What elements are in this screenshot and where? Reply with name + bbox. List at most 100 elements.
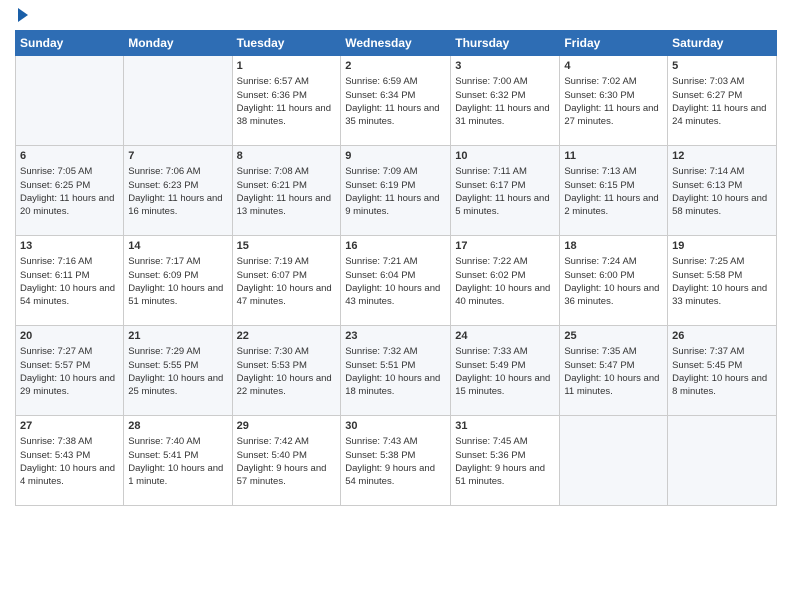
day-info: Sunset: 6:36 PM	[237, 89, 337, 102]
day-number: 12	[672, 149, 772, 164]
day-info: Daylight: 11 hours and 5 minutes.	[455, 192, 555, 219]
day-info: Sunrise: 7:27 AM	[20, 345, 119, 358]
calendar-cell	[124, 56, 232, 146]
calendar-table: SundayMondayTuesdayWednesdayThursdayFrid…	[15, 30, 777, 506]
day-info: Daylight: 10 hours and 11 minutes.	[564, 372, 663, 399]
calendar-cell: 22Sunrise: 7:30 AMSunset: 5:53 PMDayligh…	[232, 326, 341, 416]
calendar-cell: 12Sunrise: 7:14 AMSunset: 6:13 PMDayligh…	[668, 146, 777, 236]
calendar-cell: 28Sunrise: 7:40 AMSunset: 5:41 PMDayligh…	[124, 416, 232, 506]
day-info: Daylight: 10 hours and 36 minutes.	[564, 282, 663, 309]
calendar-cell: 31Sunrise: 7:45 AMSunset: 5:36 PMDayligh…	[451, 416, 560, 506]
day-info: Sunrise: 7:06 AM	[128, 165, 227, 178]
day-info: Sunrise: 6:59 AM	[345, 75, 446, 88]
day-info: Sunset: 6:32 PM	[455, 89, 555, 102]
calendar-cell: 21Sunrise: 7:29 AMSunset: 5:55 PMDayligh…	[124, 326, 232, 416]
day-number: 30	[345, 419, 446, 434]
calendar-cell: 29Sunrise: 7:42 AMSunset: 5:40 PMDayligh…	[232, 416, 341, 506]
day-info: Sunset: 5:45 PM	[672, 359, 772, 372]
day-info: Sunset: 6:30 PM	[564, 89, 663, 102]
calendar-cell: 7Sunrise: 7:06 AMSunset: 6:23 PMDaylight…	[124, 146, 232, 236]
day-number: 25	[564, 329, 663, 344]
day-info: Daylight: 10 hours and 58 minutes.	[672, 192, 772, 219]
column-header-saturday: Saturday	[668, 31, 777, 56]
day-info: Sunset: 6:19 PM	[345, 179, 446, 192]
calendar-cell: 17Sunrise: 7:22 AMSunset: 6:02 PMDayligh…	[451, 236, 560, 326]
logo	[15, 10, 28, 22]
day-info: Daylight: 9 hours and 54 minutes.	[345, 462, 446, 489]
day-number: 26	[672, 329, 772, 344]
calendar-cell: 1Sunrise: 6:57 AMSunset: 6:36 PMDaylight…	[232, 56, 341, 146]
day-info: Daylight: 10 hours and 22 minutes.	[237, 372, 337, 399]
day-info: Sunset: 6:17 PM	[455, 179, 555, 192]
day-info: Sunrise: 7:16 AM	[20, 255, 119, 268]
day-number: 17	[455, 239, 555, 254]
day-info: Sunset: 6:34 PM	[345, 89, 446, 102]
day-info: Sunrise: 7:37 AM	[672, 345, 772, 358]
day-info: Daylight: 10 hours and 33 minutes.	[672, 282, 772, 309]
day-info: Daylight: 11 hours and 13 minutes.	[237, 192, 337, 219]
day-number: 31	[455, 419, 555, 434]
day-info: Daylight: 11 hours and 27 minutes.	[564, 102, 663, 129]
day-number: 2	[345, 59, 446, 74]
day-info: Daylight: 11 hours and 20 minutes.	[20, 192, 119, 219]
calendar-cell	[16, 56, 124, 146]
day-info: Sunset: 6:07 PM	[237, 269, 337, 282]
calendar-cell: 9Sunrise: 7:09 AMSunset: 6:19 PMDaylight…	[341, 146, 451, 236]
day-info: Daylight: 10 hours and 43 minutes.	[345, 282, 446, 309]
calendar-cell	[668, 416, 777, 506]
week-row-5: 27Sunrise: 7:38 AMSunset: 5:43 PMDayligh…	[16, 416, 777, 506]
day-info: Sunset: 6:02 PM	[455, 269, 555, 282]
day-info: Sunset: 5:36 PM	[455, 449, 555, 462]
week-row-4: 20Sunrise: 7:27 AMSunset: 5:57 PMDayligh…	[16, 326, 777, 416]
column-header-friday: Friday	[560, 31, 668, 56]
day-info: Sunset: 5:51 PM	[345, 359, 446, 372]
day-info: Daylight: 10 hours and 54 minutes.	[20, 282, 119, 309]
calendar-cell: 20Sunrise: 7:27 AMSunset: 5:57 PMDayligh…	[16, 326, 124, 416]
day-info: Sunrise: 7:14 AM	[672, 165, 772, 178]
day-number: 6	[20, 149, 119, 164]
day-number: 13	[20, 239, 119, 254]
day-number: 5	[672, 59, 772, 74]
day-number: 4	[564, 59, 663, 74]
day-number: 10	[455, 149, 555, 164]
calendar-cell: 5Sunrise: 7:03 AMSunset: 6:27 PMDaylight…	[668, 56, 777, 146]
day-info: Daylight: 11 hours and 16 minutes.	[128, 192, 227, 219]
day-number: 24	[455, 329, 555, 344]
day-info: Sunset: 6:23 PM	[128, 179, 227, 192]
day-number: 14	[128, 239, 227, 254]
day-info: Daylight: 10 hours and 4 minutes.	[20, 462, 119, 489]
calendar-cell: 18Sunrise: 7:24 AMSunset: 6:00 PMDayligh…	[560, 236, 668, 326]
day-info: Sunset: 6:11 PM	[20, 269, 119, 282]
day-info: Sunset: 6:27 PM	[672, 89, 772, 102]
calendar-cell: 2Sunrise: 6:59 AMSunset: 6:34 PMDaylight…	[341, 56, 451, 146]
day-info: Sunrise: 7:21 AM	[345, 255, 446, 268]
week-row-2: 6Sunrise: 7:05 AMSunset: 6:25 PMDaylight…	[16, 146, 777, 236]
page-container: SundayMondayTuesdayWednesdayThursdayFrid…	[0, 0, 792, 521]
day-info: Sunset: 6:21 PM	[237, 179, 337, 192]
day-info: Sunset: 5:58 PM	[672, 269, 772, 282]
day-info: Daylight: 10 hours and 51 minutes.	[128, 282, 227, 309]
calendar-body: 1Sunrise: 6:57 AMSunset: 6:36 PMDaylight…	[16, 56, 777, 506]
calendar-cell: 11Sunrise: 7:13 AMSunset: 6:15 PMDayligh…	[560, 146, 668, 236]
day-info: Sunrise: 7:43 AM	[345, 435, 446, 448]
day-info: Sunrise: 7:35 AM	[564, 345, 663, 358]
day-number: 9	[345, 149, 446, 164]
day-info: Sunrise: 7:29 AM	[128, 345, 227, 358]
day-number: 11	[564, 149, 663, 164]
day-info: Sunrise: 7:22 AM	[455, 255, 555, 268]
day-info: Sunrise: 7:13 AM	[564, 165, 663, 178]
day-info: Sunset: 6:13 PM	[672, 179, 772, 192]
day-number: 19	[672, 239, 772, 254]
calendar-cell	[560, 416, 668, 506]
day-number: 18	[564, 239, 663, 254]
day-info: Daylight: 11 hours and 31 minutes.	[455, 102, 555, 129]
calendar-cell: 24Sunrise: 7:33 AMSunset: 5:49 PMDayligh…	[451, 326, 560, 416]
day-info: Sunset: 5:57 PM	[20, 359, 119, 372]
day-info: Daylight: 9 hours and 57 minutes.	[237, 462, 337, 489]
day-number: 8	[237, 149, 337, 164]
day-info: Sunset: 5:41 PM	[128, 449, 227, 462]
column-header-monday: Monday	[124, 31, 232, 56]
calendar-cell: 4Sunrise: 7:02 AMSunset: 6:30 PMDaylight…	[560, 56, 668, 146]
day-info: Sunset: 6:09 PM	[128, 269, 227, 282]
week-row-3: 13Sunrise: 7:16 AMSunset: 6:11 PMDayligh…	[16, 236, 777, 326]
